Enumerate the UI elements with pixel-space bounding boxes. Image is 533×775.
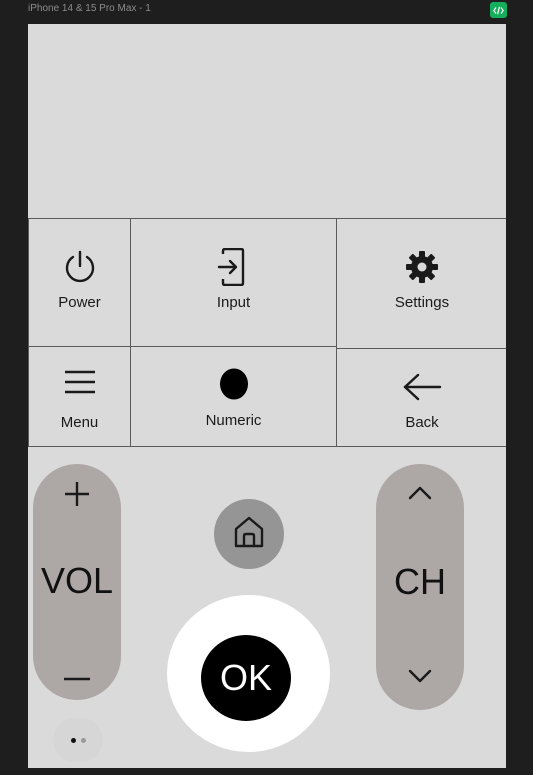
back-label: Back (405, 414, 439, 431)
hamburger-icon (64, 369, 95, 395)
ok-button[interactable]: OK (201, 635, 291, 721)
numeric-label: Numeric (205, 412, 262, 429)
channel-label: CH (394, 561, 446, 602)
chevron-up-icon[interactable] (406, 484, 434, 502)
display-area (28, 24, 506, 219)
code-icon[interactable] (490, 2, 507, 18)
power-icon (63, 249, 97, 285)
page-dot-active (70, 737, 76, 743)
page-indicator[interactable] (53, 718, 103, 762)
volume-label: VOL (40, 560, 114, 601)
power-button[interactable]: Power (28, 218, 131, 347)
settings-label: Settings (394, 294, 450, 311)
menu-label: Menu (60, 414, 99, 431)
power-label: Power (58, 294, 101, 311)
page-dot (80, 737, 86, 743)
volume-rocker: VOL (33, 464, 121, 700)
back-button[interactable]: Back (336, 348, 506, 447)
home-icon (232, 515, 266, 554)
minus-icon[interactable] (63, 669, 91, 681)
chevron-down-icon[interactable] (406, 667, 434, 685)
input-button[interactable]: Input (130, 218, 337, 347)
input-icon (217, 248, 251, 286)
plus-icon[interactable] (63, 480, 91, 508)
menu-button[interactable]: Menu (28, 346, 131, 447)
channel-rocker: CH (376, 464, 464, 710)
dot-icon (219, 368, 249, 400)
numeric-button[interactable]: Numeric (130, 346, 337, 447)
gear-icon (404, 249, 440, 285)
frame-label: iPhone 14 & 15 Pro Max - 1 (28, 3, 151, 14)
phone-frame: Power Input Settings Menu Numeric Back V… (28, 24, 506, 768)
home-button[interactable] (214, 499, 284, 569)
arrow-left-icon (402, 372, 442, 402)
ok-label: OK (219, 657, 272, 698)
input-label: Input (216, 294, 251, 311)
settings-button[interactable]: Settings (336, 218, 506, 349)
